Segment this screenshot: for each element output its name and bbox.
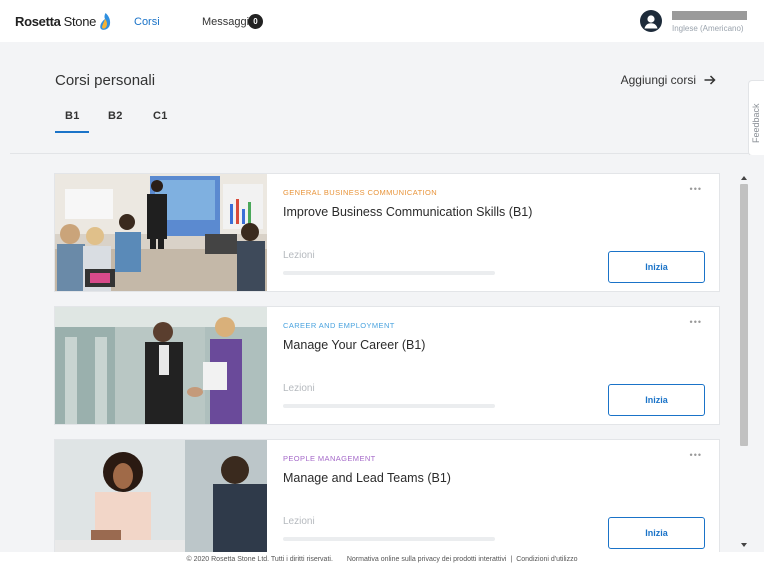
- course-card[interactable]: GENERAL BUSINESS COMMUNICATION Improve B…: [54, 173, 720, 292]
- scroll-up-arrow-icon[interactable]: [741, 176, 747, 180]
- lessons-progress-bar: [283, 404, 495, 408]
- rosetta-stone-logo[interactable]: Rosetta Stone: [15, 13, 111, 30]
- tab-b2[interactable]: B2: [108, 110, 123, 122]
- footer-separator: |: [510, 556, 513, 563]
- lessons-label: Lezioni: [283, 383, 315, 394]
- course-card[interactable]: PEOPLE MANAGEMENT Manage and Lead Teams …: [54, 439, 720, 552]
- lessons-progress-bar: [283, 537, 495, 541]
- more-options-icon[interactable]: •••: [690, 317, 702, 327]
- course-image-handshake: [55, 307, 267, 424]
- footer-terms-link[interactable]: Condizioni d'utilizzo: [516, 556, 577, 563]
- feedback-tab[interactable]: Feedback: [748, 80, 764, 156]
- rosetta-stone-logo-icon: [100, 13, 111, 30]
- user-avatar[interactable]: [640, 10, 662, 32]
- footer-copyright: © 2020 Rosetta Stone Ltd. Tutti i diritt…: [186, 556, 333, 563]
- add-courses-label: Aggiungi corsi: [620, 73, 696, 87]
- lessons-progress-bar: [283, 271, 495, 275]
- course-list: GENERAL BUSINESS COMMUNICATION Improve B…: [10, 155, 764, 552]
- lessons-label: Lezioni: [283, 516, 315, 527]
- feedback-label: Feedback: [751, 103, 761, 143]
- tab-b1[interactable]: B1: [65, 110, 80, 122]
- start-course-button[interactable]: Inizia: [608, 384, 705, 416]
- course-title[interactable]: Improve Business Communication Skills (B…: [283, 205, 532, 219]
- arrow-right-icon: [704, 75, 716, 85]
- page-title: Corsi personali: [55, 72, 156, 89]
- course-image-team-meeting: [55, 440, 267, 552]
- course-title[interactable]: Manage Your Career (B1): [283, 338, 425, 352]
- start-course-button[interactable]: Inizia: [608, 251, 705, 283]
- scrollbar-thumb[interactable]: [740, 184, 748, 446]
- more-options-icon[interactable]: •••: [690, 184, 702, 194]
- course-category: GENERAL BUSINESS COMMUNICATION: [283, 188, 438, 197]
- courses-header: Corsi personali Aggiungi corsi B1 B2 C1: [10, 42, 764, 154]
- user-language: Inglese (Americano): [672, 24, 744, 33]
- logo-text-regular: Stone: [63, 14, 97, 29]
- footer: © 2020 Rosetta Stone Ltd. Tutti i diritt…: [0, 552, 764, 567]
- tab-c1[interactable]: C1: [153, 110, 168, 122]
- top-nav: Rosetta Stone Corsi Messaggi 0 Inglese (…: [0, 0, 764, 42]
- add-courses-link[interactable]: Aggiungi corsi: [621, 73, 716, 87]
- course-category: PEOPLE MANAGEMENT: [283, 454, 376, 463]
- course-category: CAREER AND EMPLOYMENT: [283, 321, 395, 330]
- course-card[interactable]: CAREER AND EMPLOYMENT Manage Your Career…: [54, 306, 720, 425]
- footer-privacy-link[interactable]: Normativa online sulla privacy dei prodo…: [347, 556, 507, 563]
- nav-corsi-link[interactable]: Corsi: [134, 16, 160, 28]
- scroll-down-arrow-icon[interactable]: [741, 543, 747, 547]
- messages-count-badge: 0: [248, 14, 263, 29]
- nav-messaggi-link[interactable]: Messaggi: [202, 16, 249, 28]
- logo-text-bold: Rosetta: [15, 14, 61, 29]
- user-name-redacted: [672, 11, 747, 20]
- more-options-icon[interactable]: •••: [690, 450, 702, 460]
- user-icon: [644, 15, 658, 29]
- active-tab-indicator: [55, 131, 89, 133]
- course-list-scrollbar[interactable]: [739, 172, 749, 552]
- course-title[interactable]: Manage and Lead Teams (B1): [283, 471, 451, 485]
- course-image-business-meeting: [55, 174, 267, 291]
- start-course-button[interactable]: Inizia: [608, 517, 705, 549]
- lessons-label: Lezioni: [283, 250, 315, 261]
